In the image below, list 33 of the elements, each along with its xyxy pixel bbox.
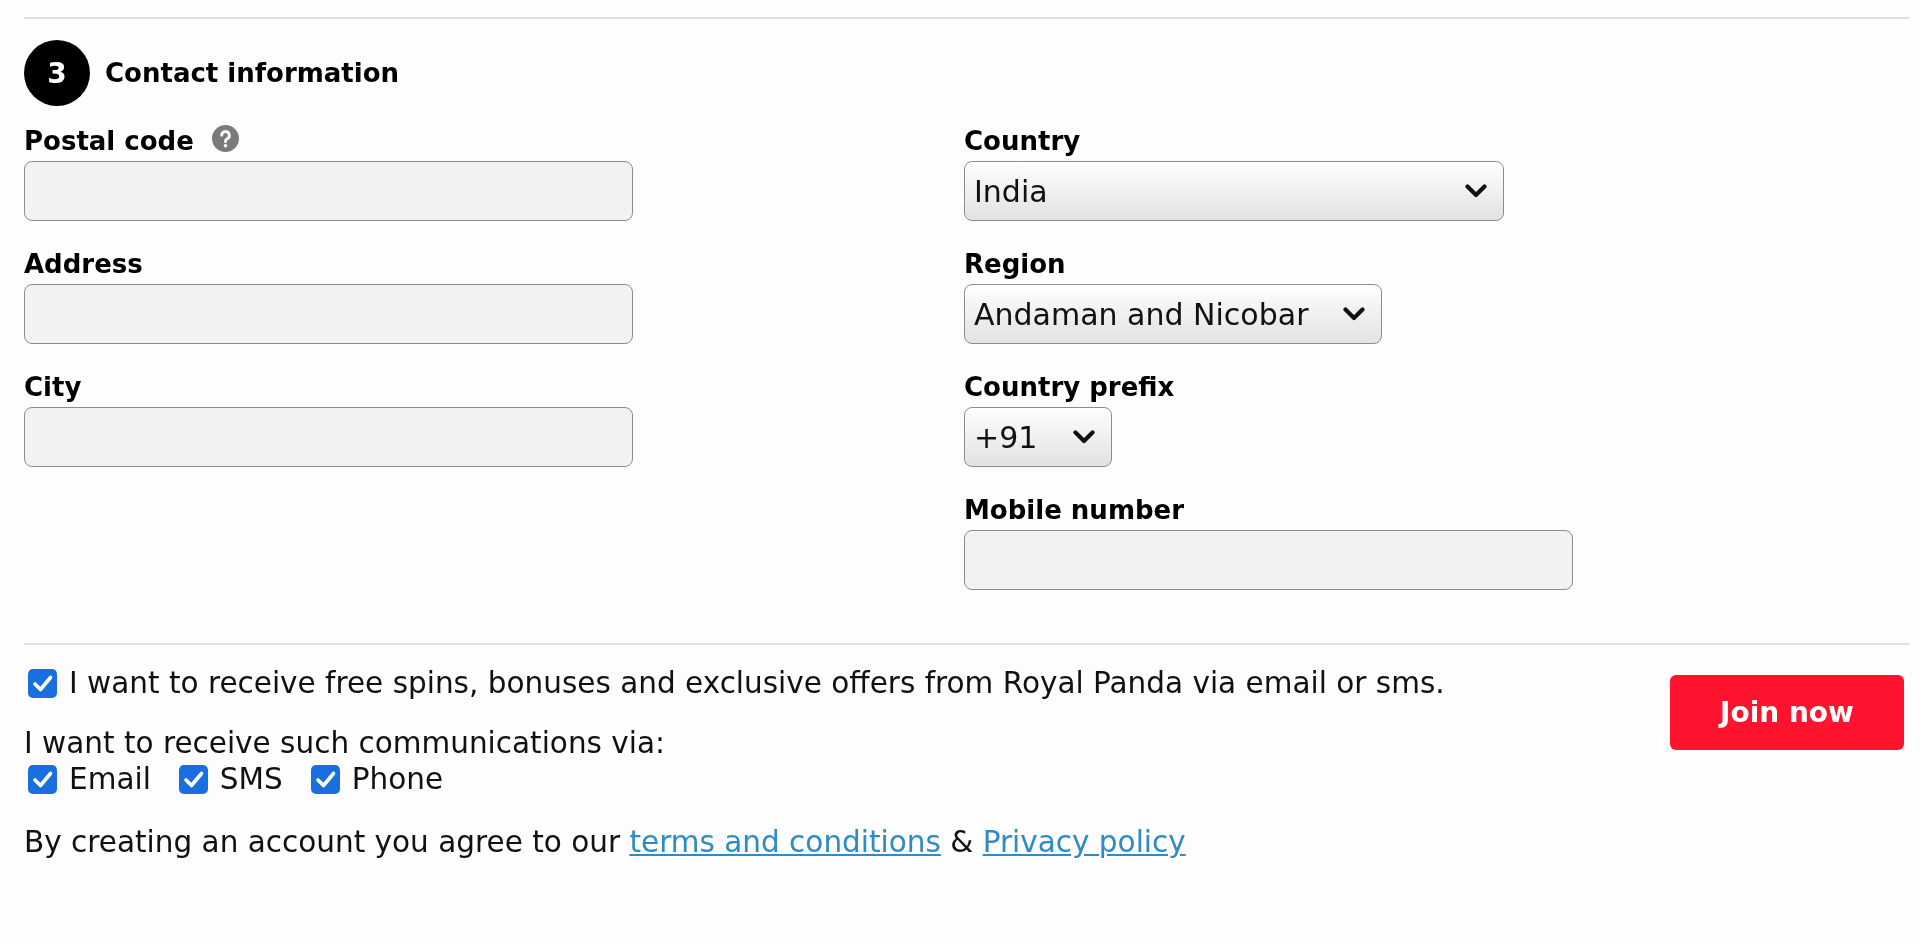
dropdown[interactable]: India: [964, 161, 1504, 221]
channels-prompt: I want to receive such communications via:: [24, 726, 665, 760]
join-button[interactable]: Join now: [1670, 675, 1904, 750]
chevron-down-icon: [1465, 184, 1487, 198]
terms-link[interactable]: terms and conditions: [629, 825, 941, 859]
field-label: Country: [964, 125, 1081, 158]
field-label: Mobile number: [964, 494, 1185, 527]
input-field[interactable]: [24, 284, 633, 344]
help-icon[interactable]: [211, 124, 239, 152]
input-field[interactable]: [964, 530, 1573, 590]
chevron-down-icon: [1343, 307, 1365, 321]
field-label: Postal code: [24, 125, 194, 158]
checkbox[interactable]: [310, 764, 340, 794]
checkbox[interactable]: [28, 764, 57, 794]
checkbox-label: I want to receive free spins, bonuses and exclusive offers from Royal Panda via email or sms.: [69, 666, 1445, 700]
checkbox[interactable]: [28, 668, 57, 698]
field-label: Region: [964, 248, 1066, 281]
field-label: Address: [24, 248, 143, 281]
step-number: 3: [24, 40, 90, 106]
dropdown[interactable]: +91: [964, 407, 1112, 467]
input-field[interactable]: [24, 407, 633, 467]
input-field[interactable]: [24, 161, 633, 221]
agreement-text: By creating an account you agree to our terms and conditions & Privacy policy: [24, 824, 1186, 860]
checkbox[interactable]: [178, 764, 208, 794]
checkbox-label: Email: [69, 762, 151, 796]
dropdown[interactable]: Andaman and Nicobar: [964, 284, 1382, 344]
section-title: Contact information: [105, 58, 400, 88]
checkbox-label: Phone: [351, 762, 444, 796]
field-label: Country prefix: [964, 371, 1175, 404]
chevron-down-icon: [1073, 430, 1095, 444]
field-label: City: [24, 371, 82, 404]
checkbox-label: SMS: [219, 762, 283, 796]
privacy-policy-link[interactable]: Privacy policy: [982, 825, 1186, 859]
